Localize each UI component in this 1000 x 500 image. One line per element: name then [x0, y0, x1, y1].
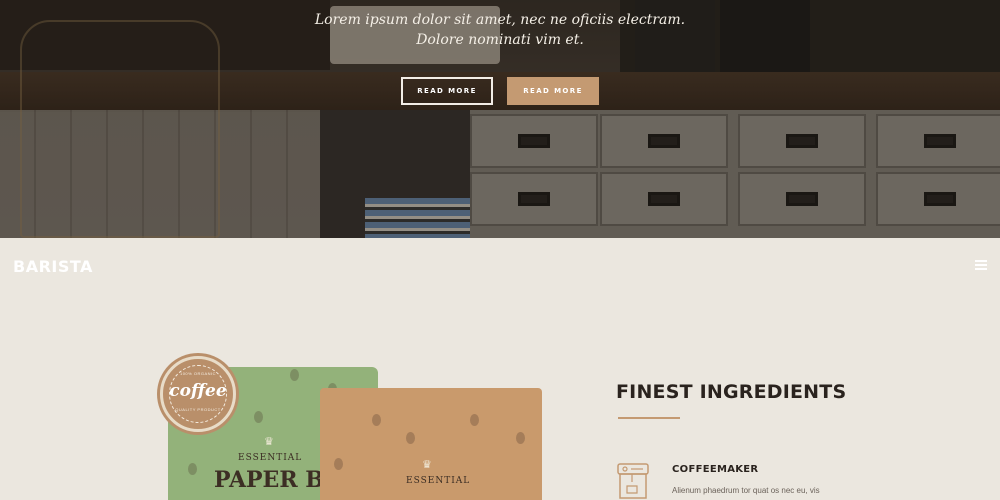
- read-more-filled-button[interactable]: READ MORE: [507, 77, 599, 105]
- bean-icon: [470, 414, 479, 426]
- crown-icon: ♛: [264, 436, 274, 448]
- bean-icon: [254, 411, 263, 423]
- feature-desc-coffeemaker: Alienum phaedrum tor quat os nec eu, vis: [672, 486, 820, 495]
- bean-icon: [334, 458, 343, 470]
- logo[interactable]: BARISTA: [13, 257, 93, 276]
- seal-top-text: 100% ORGANIC: [179, 371, 216, 376]
- seal-word: coffee: [169, 381, 227, 401]
- crown-icon: ♛: [422, 459, 432, 471]
- bean-icon: [290, 369, 299, 381]
- hero-banner: Lorem ipsum dolor sit amet, nec ne ofici…: [0, 0, 1000, 238]
- seal-bottom-text: QUALITY PRODUCT: [175, 407, 221, 412]
- bean-icon: [516, 432, 525, 444]
- feature-title-coffeemaker: COFFEEMAKER: [672, 464, 759, 475]
- menu-bar: [975, 268, 987, 270]
- menu-bar: [975, 264, 987, 266]
- coffee-machine-icon: [617, 463, 649, 499]
- bean-icon: [372, 414, 381, 426]
- menu-bar: [975, 260, 987, 262]
- hero-tagline-line1: Lorem ipsum dolor sit amet, nec ne ofici…: [314, 12, 686, 28]
- coffee-seal-badge: 100% ORGANIC coffee QUALITY PRODUCT: [160, 356, 236, 432]
- title-underline: [618, 417, 680, 419]
- navbar: BARISTA: [0, 238, 1000, 294]
- kraft-bag-brand: ESSENTIAL: [406, 476, 471, 486]
- hero-tagline-line2: Dolore nominati vim et.: [416, 32, 584, 48]
- hero-buttons: READ MORE READ MORE: [0, 77, 1000, 105]
- green-bag-brand: ESSENTIAL: [238, 453, 303, 463]
- kraft-coffee-bag-image: ♛ ESSENTIAL: [320, 388, 542, 500]
- read-more-button[interactable]: READ MORE: [401, 77, 493, 105]
- bean-icon: [188, 463, 197, 475]
- hero-tagline: Lorem ipsum dolor sit amet, nec ne ofici…: [0, 10, 1000, 50]
- section-title: FINEST INGREDIENTS: [616, 381, 847, 403]
- hamburger-menu-icon[interactable]: [975, 260, 987, 271]
- bean-icon: [406, 432, 415, 444]
